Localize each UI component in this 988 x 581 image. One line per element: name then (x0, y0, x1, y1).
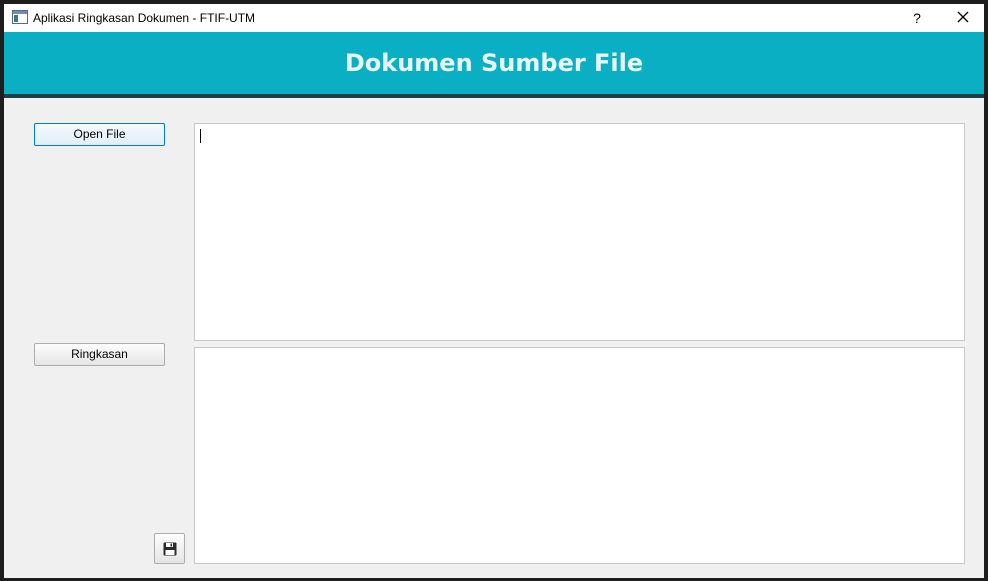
window-app-icon (12, 10, 28, 24)
close-icon (957, 11, 969, 23)
summary-textarea[interactable] (194, 347, 965, 564)
app-window: Aplikasi Ringkasan Dokumen - FTIF-UTM ? … (4, 4, 984, 578)
page-title: Dokumen Sumber File (344, 49, 644, 77)
ringkasan-button[interactable]: Ringkasan (34, 343, 165, 366)
open-file-button[interactable]: Open File (34, 123, 165, 146)
title-bar: Aplikasi Ringkasan Dokumen - FTIF-UTM ? (4, 4, 984, 32)
save-button[interactable] (154, 533, 185, 564)
header-banner: Dokumen Sumber File (4, 32, 984, 98)
window-title: Aplikasi Ringkasan Dokumen - FTIF-UTM (33, 11, 256, 25)
help-button[interactable]: ? (902, 4, 932, 32)
text-caret (200, 129, 201, 143)
close-button[interactable] (948, 4, 978, 32)
floppy-disk-icon (163, 542, 177, 556)
source-document-textarea[interactable] (194, 123, 965, 341)
